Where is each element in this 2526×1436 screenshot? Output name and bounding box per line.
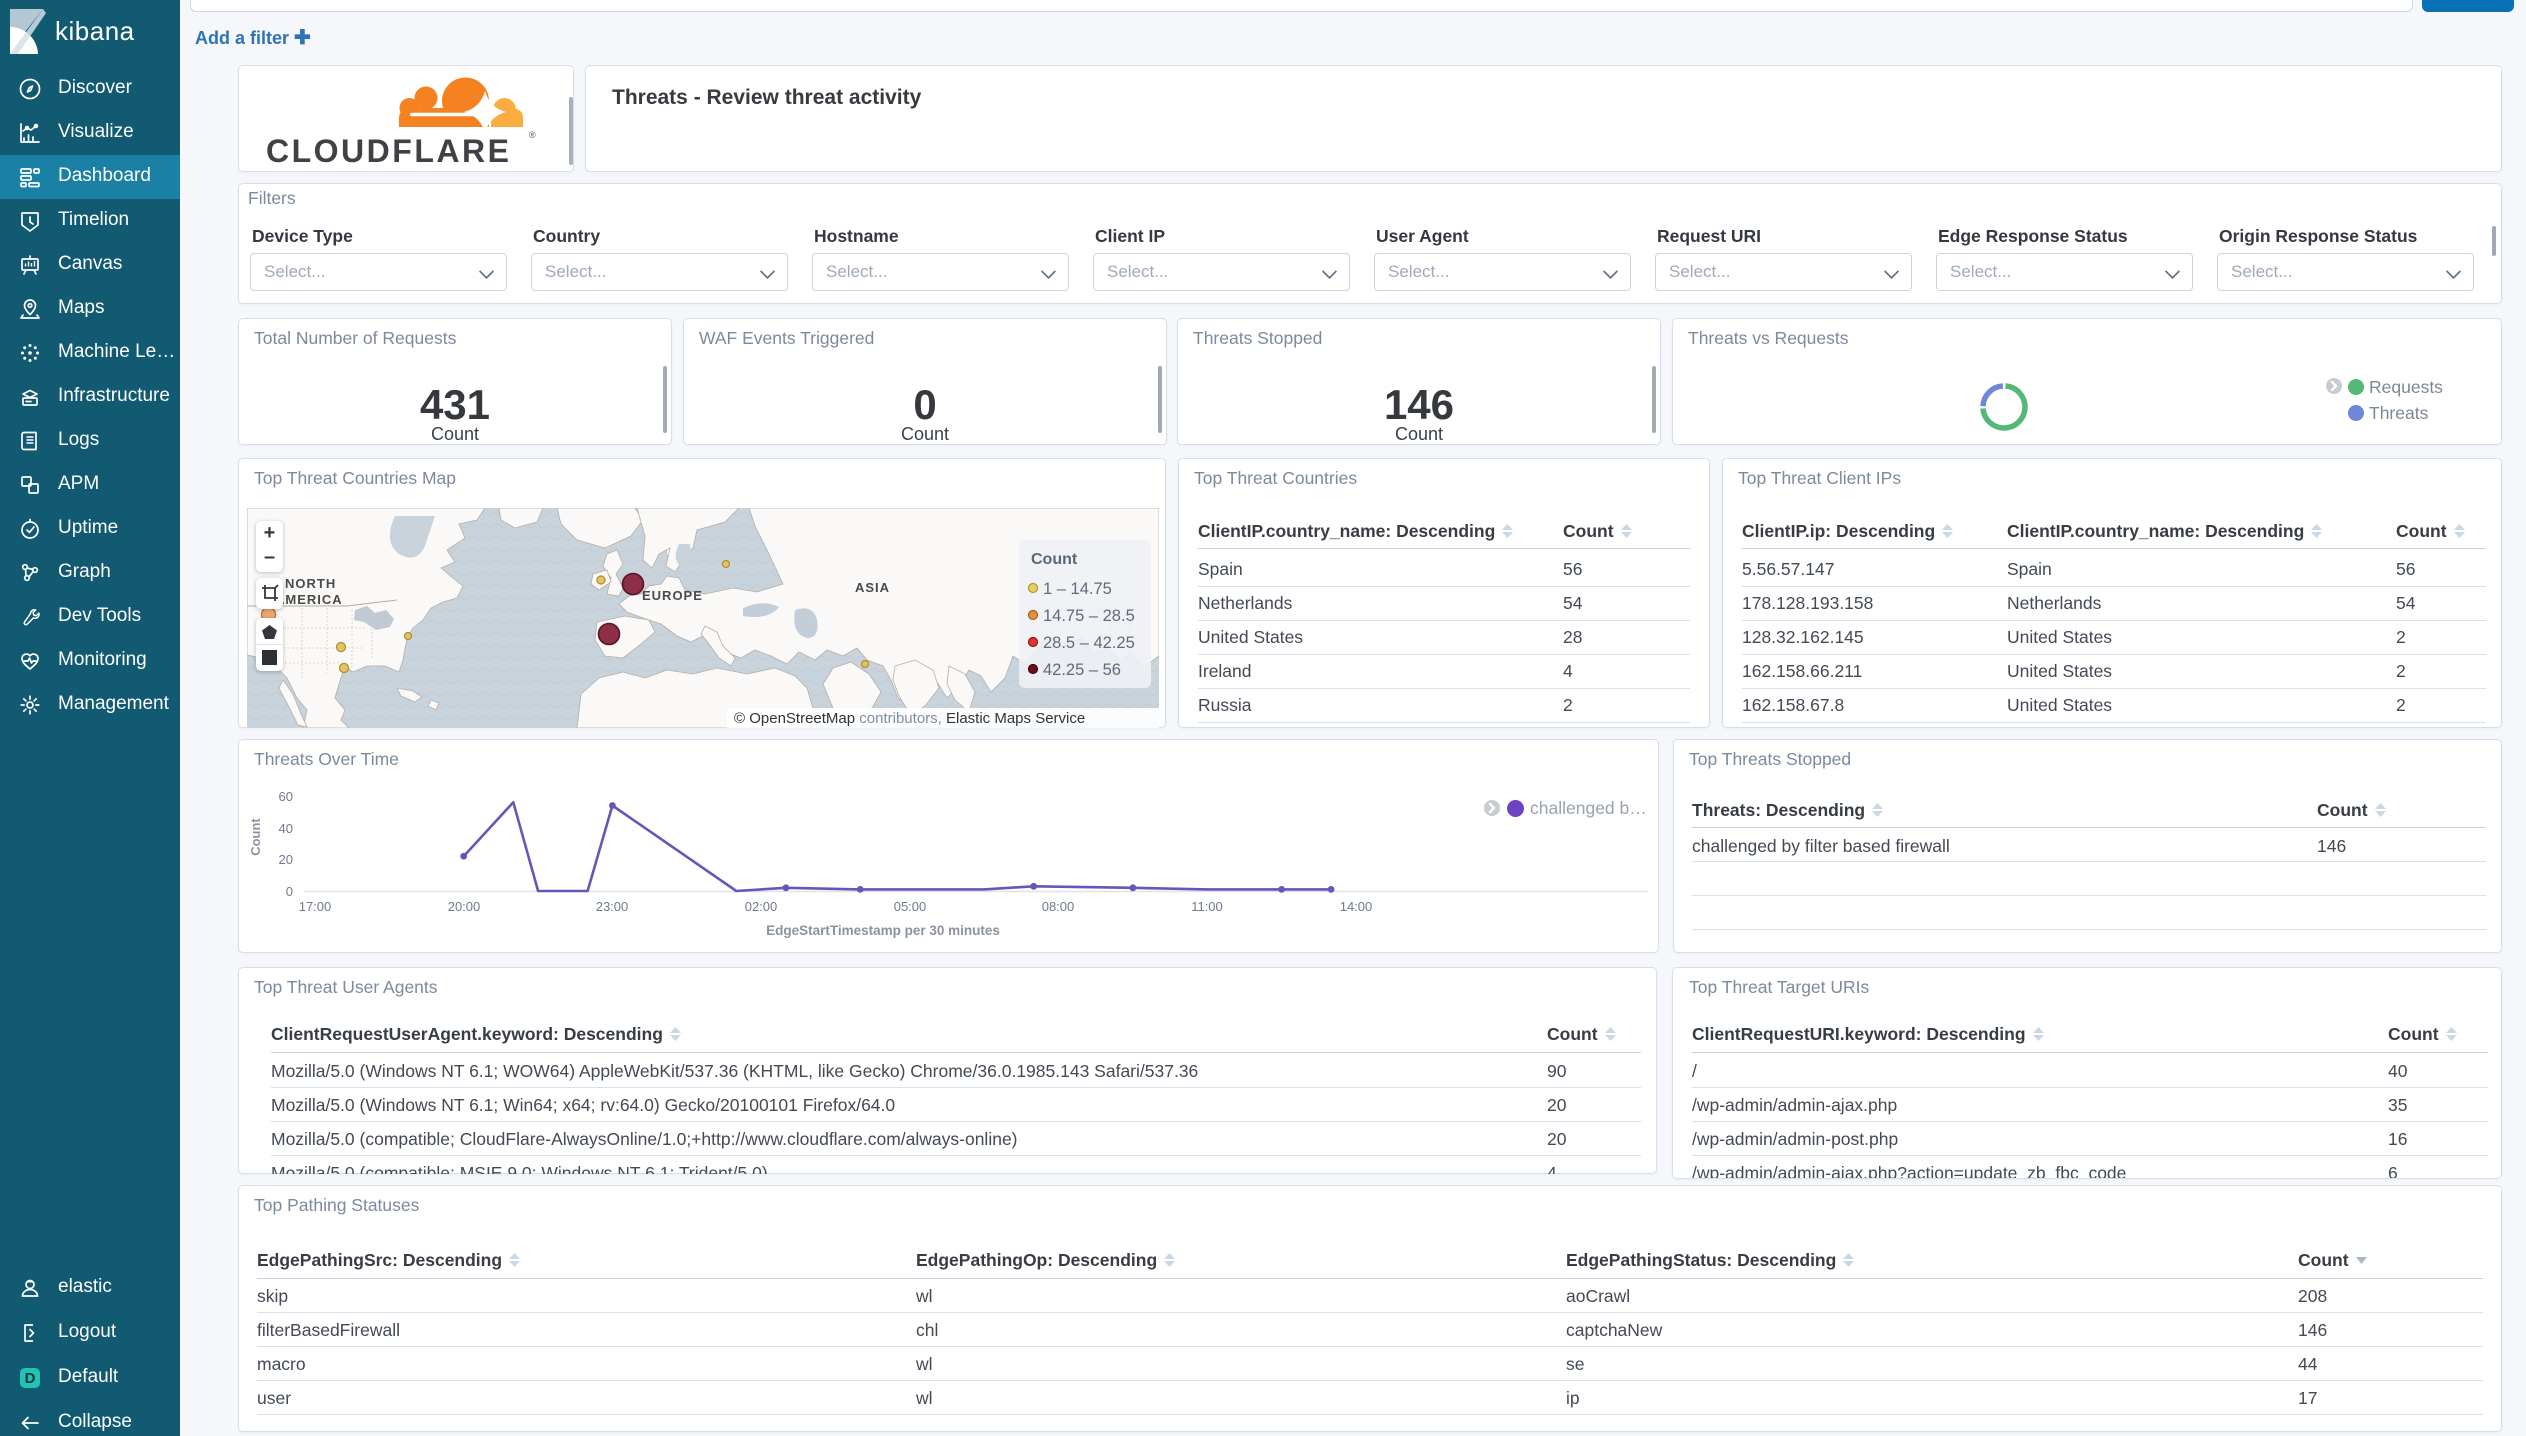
svg-text:0: 0 bbox=[286, 884, 293, 899]
svg-text:11:00: 11:00 bbox=[1191, 899, 1223, 914]
svg-text:1 – 14.75: 1 – 14.75 bbox=[1043, 580, 1112, 598]
svg-text:14.75 – 28.5: 14.75 – 28.5 bbox=[1043, 607, 1135, 625]
svg-text:20: 20 bbox=[279, 852, 293, 867]
svg-text:05:00: 05:00 bbox=[894, 899, 927, 914]
svg-text:ASIA: ASIA bbox=[855, 580, 890, 595]
svg-text:42.25 – 56: 42.25 – 56 bbox=[1043, 661, 1121, 679]
svg-text:Count: Count bbox=[248, 818, 263, 856]
svg-text:Count: Count bbox=[1031, 551, 1078, 568]
svg-text:60: 60 bbox=[279, 789, 293, 804]
svg-text:NORTH: NORTH bbox=[285, 576, 336, 591]
svg-text:28.5 – 42.25: 28.5 – 42.25 bbox=[1043, 634, 1135, 652]
svg-text:EdgeStartTimestamp per 30 minu: EdgeStartTimestamp per 30 minutes bbox=[766, 923, 1000, 938]
svg-text:08:00: 08:00 bbox=[1042, 899, 1075, 914]
svg-text:D: D bbox=[25, 1370, 36, 1387]
svg-text:20:00: 20:00 bbox=[448, 899, 481, 914]
svg-text:14:00: 14:00 bbox=[1340, 899, 1373, 914]
svg-text:23:00: 23:00 bbox=[596, 899, 629, 914]
svg-text:EUROPE: EUROPE bbox=[642, 588, 703, 603]
svg-text:CLOUDFLARE: CLOUDFLARE bbox=[266, 133, 511, 169]
svg-text:© OpenStreetMap contributors,: © OpenStreetMap contributors, Elastic Ma… bbox=[734, 710, 1085, 727]
svg-text:AMERICA: AMERICA bbox=[275, 592, 343, 607]
svg-text:17:00: 17:00 bbox=[299, 899, 332, 914]
svg-text:02:00: 02:00 bbox=[745, 899, 778, 914]
svg-text:40: 40 bbox=[279, 821, 293, 836]
svg-text:®: ® bbox=[529, 130, 536, 140]
